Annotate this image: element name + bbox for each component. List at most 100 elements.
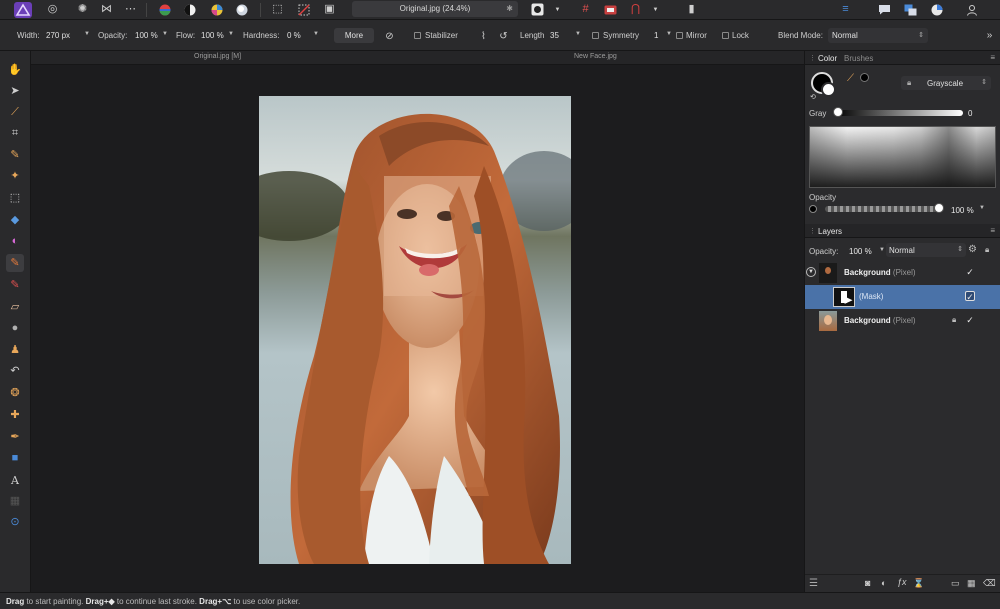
flow-dropdown-icon[interactable]: ▼	[228, 31, 234, 37]
affinity-photo-logo-icon[interactable]	[14, 2, 32, 18]
brush-settings-icon[interactable]: ⊘	[382, 29, 397, 44]
add-pixel-layer-icon[interactable]: ▦	[967, 578, 976, 589]
color-picker-icon[interactable]: ⟋	[847, 73, 854, 84]
layer-visibility-checkbox[interactable]: ✓	[965, 315, 975, 325]
mesh-warp-tool-icon[interactable]: ▦	[6, 492, 24, 510]
layer-expand-icon[interactable]: ▼	[806, 267, 816, 277]
layer-row-background[interactable]: Background (Pixel) 🔒︎ ✓	[805, 309, 1000, 333]
mask-visibility-checkbox[interactable]: ✓	[965, 291, 975, 302]
snapping-dropdown-icon[interactable]: ▼	[648, 2, 663, 17]
width-field[interactable]: 270 px	[46, 31, 70, 40]
move-tool-icon[interactable]: ➤	[6, 82, 24, 100]
gray-spectrum[interactable]	[809, 126, 996, 188]
studio-icon[interactable]	[929, 2, 944, 17]
stabilizer-checkbox[interactable]	[414, 32, 421, 39]
overflow-chevron-icon[interactable]: »	[982, 28, 997, 43]
color-model-select[interactable]: 🔒︎ Grayscale ⇕	[901, 76, 991, 90]
gradient-tool-icon[interactable]: ◐	[6, 232, 24, 250]
snapping-toggle-icon[interactable]	[603, 2, 618, 17]
layer-visibility-checkbox[interactable]: ✓	[965, 267, 975, 277]
swap-colors-icon[interactable]: ⟲	[810, 93, 816, 101]
arrange-icon[interactable]	[903, 2, 918, 17]
lock-checkbox[interactable]	[722, 32, 729, 39]
add-mask-icon[interactable]: ◙	[865, 578, 870, 588]
zoom-tool-icon[interactable]: ⊙	[6, 513, 24, 531]
blend-mode-select[interactable]: Normal ⇕	[828, 28, 928, 43]
gray-slider-handle[interactable]	[833, 107, 843, 117]
marquee-icon[interactable]: ⬚	[270, 2, 285, 17]
persona-export-icon[interactable]: ⋯	[123, 2, 138, 17]
symmetry-checkbox[interactable]	[592, 32, 599, 39]
layers-opacity-dropdown-icon[interactable]: ▼	[879, 247, 885, 253]
panel-grip-icon[interactable]: ⋮	[809, 54, 816, 62]
persona-develop-icon[interactable]: ⋈	[99, 2, 114, 17]
color-opacity-slider[interactable]	[825, 206, 938, 212]
fx-icon[interactable]: ƒx	[897, 577, 907, 587]
color-picker-tool-icon[interactable]: ⟋	[6, 103, 24, 121]
panel-menu-icon[interactable]: ≡	[990, 53, 995, 62]
rope-mode-icon[interactable]: ⌇	[476, 29, 491, 44]
hardness-field[interactable]: 0 %	[287, 31, 301, 40]
document-photo[interactable]	[259, 96, 571, 564]
deselect-icon[interactable]	[296, 2, 311, 17]
selection-brush-tool-icon[interactable]: ✎	[6, 146, 24, 164]
layer-row-mask[interactable]: ➤ (Mask) ✓	[805, 285, 1000, 309]
color-opacity-handle[interactable]	[934, 203, 944, 213]
rectangular-marquee-tool-icon[interactable]: ⬚	[6, 189, 24, 207]
tab-layers[interactable]: Layers	[818, 227, 842, 236]
color-opacity-value[interactable]: 100 %	[951, 206, 974, 215]
color-replacement-brush-icon[interactable]: ✎	[6, 276, 24, 294]
opacity-dropdown-icon[interactable]: ▼	[162, 31, 168, 37]
undo-brush-tool-icon[interactable]: ↶	[6, 362, 24, 380]
window-mode-icon[interactable]: ↺	[496, 29, 511, 44]
crop-tool-icon[interactable]: ⌗	[6, 124, 24, 142]
auto-levels-icon[interactable]	[157, 2, 172, 17]
view-hand-tool-icon[interactable]: ✋	[6, 61, 24, 79]
opacity-field[interactable]: 100 %	[135, 31, 158, 40]
healing-brush-tool-icon[interactable]: ✚	[6, 406, 24, 424]
erase-brush-tool-icon[interactable]: ▱	[6, 298, 24, 316]
auto-colors-icon[interactable]	[209, 2, 224, 17]
layer-lock-icon[interactable]: 🔒︎	[985, 245, 989, 255]
hardness-dropdown-icon[interactable]: ▼	[313, 31, 319, 37]
tab-original[interactable]: Original.jpg [M]	[194, 53, 241, 60]
live-filter-icon[interactable]: ⌛	[913, 578, 924, 589]
snapping-grid-icon[interactable]: #	[578, 2, 593, 17]
assistant-icon[interactable]	[877, 2, 892, 17]
panel-menu-icon[interactable]: ≡	[990, 226, 995, 235]
align-icon[interactable]: ≡	[838, 2, 853, 17]
auto-contrast-icon[interactable]	[182, 2, 197, 17]
tab-brushes[interactable]: Brushes	[844, 54, 873, 63]
panel-grip-icon[interactable]: ⋮	[809, 227, 816, 235]
layers-blend-select[interactable]: Normal ⇕	[886, 243, 966, 257]
color-opacity-dropdown-icon[interactable]: ▼	[979, 205, 985, 211]
flood-select-tool-icon[interactable]: ✦	[6, 167, 24, 185]
paint-brush-tool-icon[interactable]: ✎	[6, 254, 24, 272]
mirror-checkbox[interactable]	[676, 32, 683, 39]
persona-photo-icon[interactable]: ◎	[45, 2, 60, 17]
flood-fill-tool-icon[interactable]: ◆	[6, 211, 24, 229]
tab-new-face[interactable]: New Face.jpg	[574, 53, 617, 60]
pen-tool-icon[interactable]: ✒	[6, 428, 24, 446]
rectangle-tool-icon[interactable]: ■	[6, 449, 24, 467]
text-tool-icon[interactable]: A	[6, 471, 24, 489]
symmetry-count-field[interactable]: 1	[654, 31, 658, 40]
more-button[interactable]: More	[334, 28, 374, 43]
tab-color[interactable]: Color	[818, 54, 837, 63]
layers-opacity-value[interactable]: 100 %	[849, 247, 872, 256]
document-close-icon[interactable]: ✱	[506, 1, 513, 17]
dodge-brush-tool-icon[interactable]: ●	[6, 319, 24, 337]
flow-field[interactable]: 100 %	[201, 31, 224, 40]
auto-white-balance-icon[interactable]	[234, 2, 249, 17]
adjustment-icon[interactable]: ◐	[881, 578, 886, 588]
layer-locked-icon[interactable]: 🔒︎	[952, 315, 956, 325]
blur-brush-tool-icon[interactable]: ❂	[6, 384, 24, 402]
gray-value[interactable]: 0	[968, 109, 972, 118]
invert-selection-icon[interactable]: ▣	[322, 2, 337, 17]
persona-liquify-icon[interactable]: ✺	[75, 2, 90, 17]
length-field[interactable]: 35	[550, 31, 559, 40]
width-dropdown-icon[interactable]: ▼	[84, 31, 90, 37]
account-icon[interactable]	[964, 2, 979, 17]
delete-layer-icon[interactable]: ⌫	[983, 578, 996, 589]
layer-stack-icon[interactable]: ☰	[809, 578, 818, 589]
